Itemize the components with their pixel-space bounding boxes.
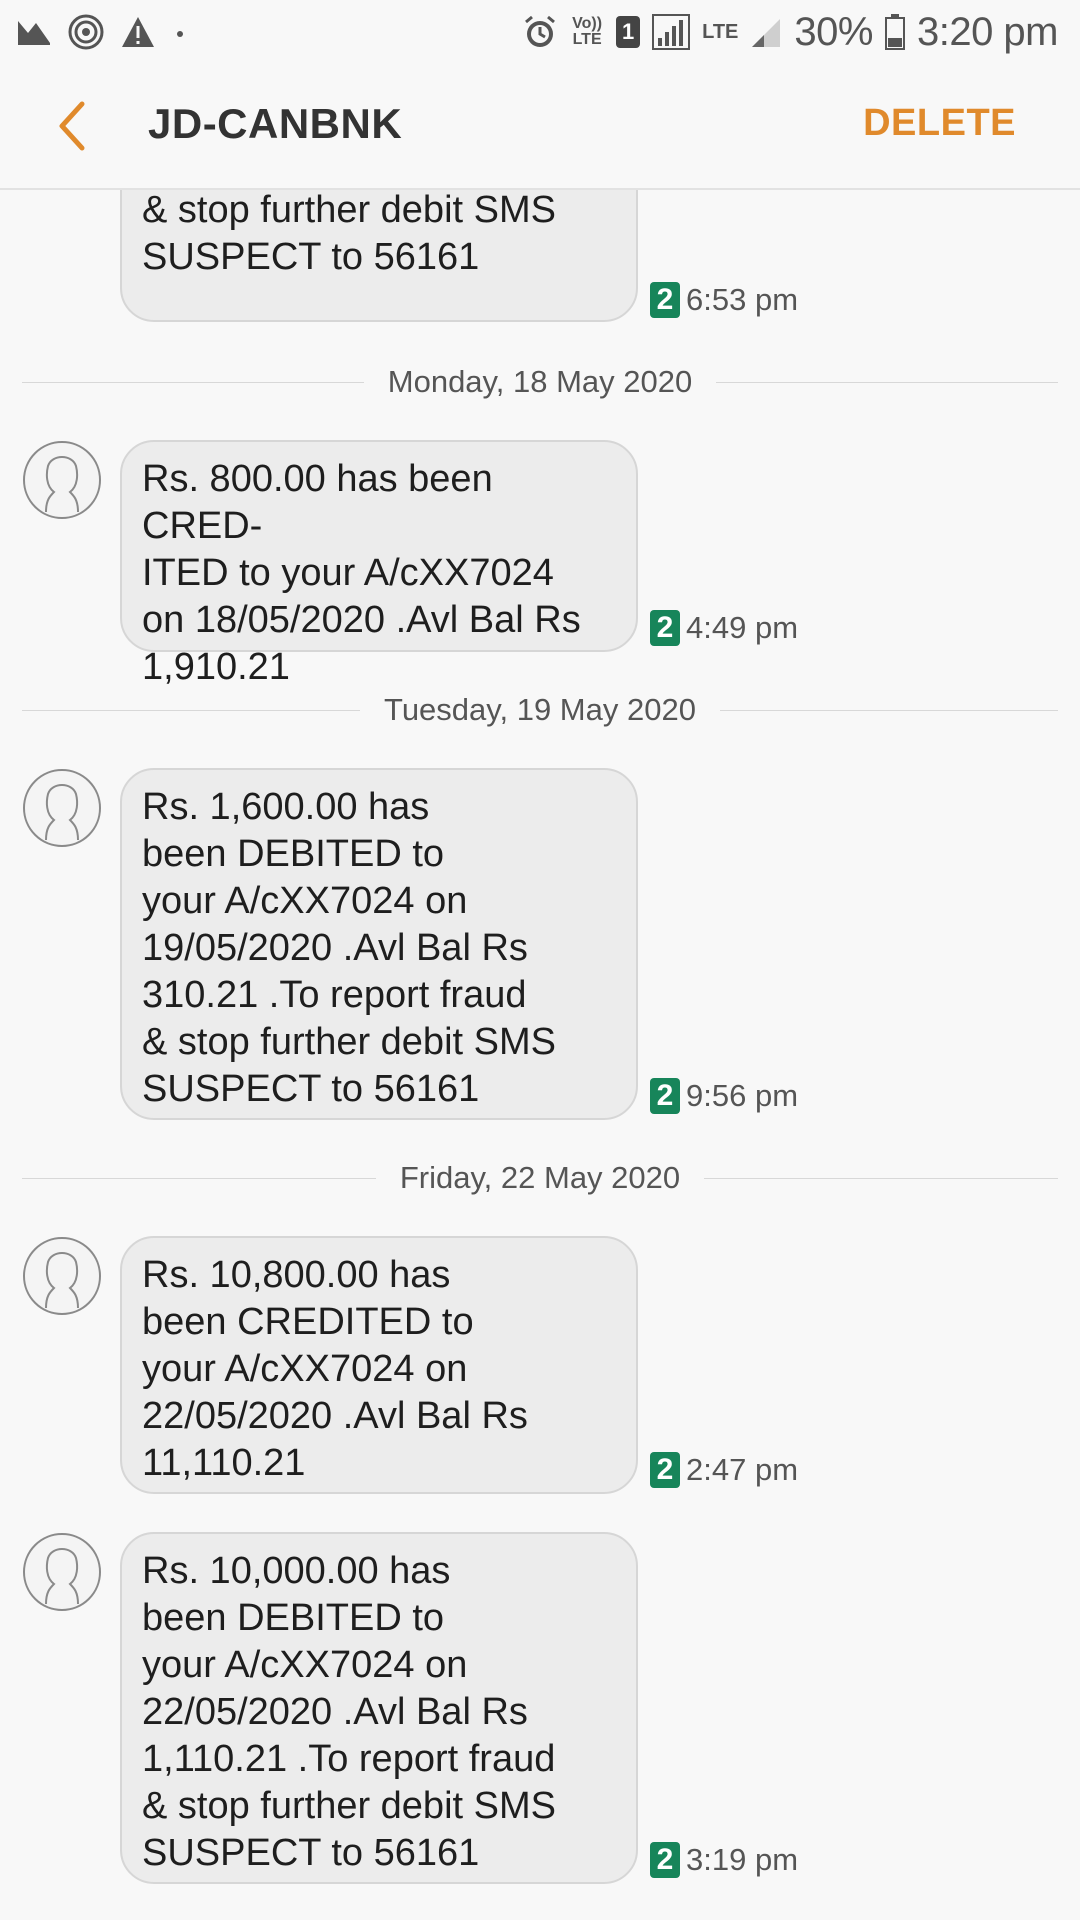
- message-time: 4:49 pm: [686, 610, 799, 645]
- signal-strength-icon: [652, 14, 691, 50]
- sim-2-icon: 2: [650, 1452, 680, 1488]
- battery-icon: [884, 14, 905, 50]
- message-bubble[interactable]: Rs. 10,000.00 has been DEBITED to your A…: [120, 1532, 638, 1884]
- message-time: 2:47 pm: [686, 1452, 799, 1487]
- date-label: Friday, 22 May 2020: [375, 1160, 705, 1195]
- volte-indicator: Vo)) LTE: [572, 15, 603, 48]
- date-divider: Monday, 18 May 2020: [22, 362, 1058, 402]
- message-bubble[interactable]: Rs. 800.00 has been CRED- ITED to your A…: [120, 440, 638, 688]
- date-label: Monday, 18 May 2020: [363, 364, 717, 399]
- conversation-list[interactable]: 1,110.21 .To report fraud & stop further…: [0, 190, 1080, 1920]
- message-meta: 2 3:19 pm: [650, 1842, 798, 1878]
- delete-button[interactable]: DELETE: [863, 102, 1016, 145]
- contact-avatar-icon[interactable]: [22, 1532, 102, 1612]
- message-meta: 2 6:53 pm: [650, 282, 798, 318]
- conversation-title: JD-CANBNK: [148, 100, 403, 147]
- sim-2-icon: 2: [650, 1842, 680, 1878]
- message-meta: 2 4:49 pm: [650, 610, 798, 646]
- date-label: Tuesday, 19 May 2020: [360, 692, 720, 727]
- message-bubble[interactable]: Rs. 10,800.00 has been CREDITED to your …: [120, 1236, 638, 1494]
- alarm-icon: [525, 15, 556, 47]
- sim-2-icon: 2: [650, 282, 680, 318]
- sim-2-icon: 2: [650, 610, 680, 646]
- contact-avatar-icon[interactable]: [22, 1236, 102, 1316]
- message-meta: 2 9:56 pm: [650, 1078, 798, 1114]
- clock: 3:20 pm: [916, 9, 1059, 54]
- warning-icon: [122, 17, 154, 47]
- chevron-left-icon: [59, 101, 85, 151]
- contact-avatar-icon[interactable]: [22, 440, 102, 520]
- message-meta: 2 2:47 pm: [650, 1452, 798, 1488]
- gallery-notification-icon: [18, 21, 50, 45]
- date-divider: Friday, 22 May 2020: [22, 1158, 1058, 1198]
- signal-strength-weak-icon: [752, 19, 781, 47]
- contact-avatar-icon[interactable]: [22, 768, 102, 848]
- date-divider: Tuesday, 19 May 2020: [22, 690, 1058, 730]
- battery-percent: 30%: [794, 9, 873, 54]
- message-time: 6:53 pm: [686, 282, 799, 317]
- hotspot-notification-icon: [68, 14, 104, 50]
- message-bubble[interactable]: 1,110.21 .To report fraud & stop further…: [120, 190, 638, 322]
- message-time: 9:56 pm: [686, 1078, 799, 1113]
- dot-icon: [177, 31, 183, 37]
- back-button[interactable]: [48, 98, 98, 154]
- status-bar: Vo)) LTE 1 LTE 30% 3:20 pm: [0, 0, 1080, 64]
- lte-indicator: LTE: [702, 21, 739, 43]
- app-bar: JD-CANBNK DELETE: [0, 64, 1080, 190]
- sim-2-icon: 2: [650, 1078, 680, 1114]
- message-bubble[interactable]: Rs. 1,600.00 has been DEBITED to your A/…: [120, 768, 638, 1120]
- sim-1-icon: 1: [616, 16, 641, 48]
- message-time: 3:19 pm: [686, 1842, 799, 1877]
